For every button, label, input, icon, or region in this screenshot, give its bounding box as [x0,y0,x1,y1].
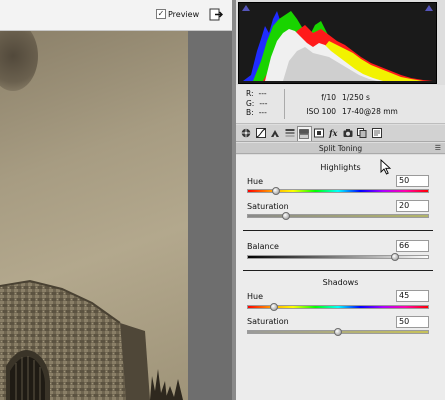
highlights-hue-field[interactable]: 50 [396,175,429,187]
histogram [238,2,437,84]
shadows-hue-label: Hue [247,292,264,301]
lens-corrections-icon[interactable] [312,126,327,140]
balance-label: Balance [247,242,279,251]
basic-icon[interactable] [239,126,254,140]
photo-preview[interactable] [0,31,188,400]
highlights-saturation-field[interactable]: 20 [396,200,429,212]
highlight-clipping-icon[interactable] [425,5,433,11]
exif-info: f/10 1/250 s ISO 100 17-40@28 mm [306,91,398,119]
presets-icon[interactable] [355,126,370,140]
adjustment-panel: R: --- G: --- B: --- f/10 1/250 s ISO 100 17-… [236,0,445,400]
highlights-hue-label: Hue [247,177,264,186]
b-label: B: [246,108,254,117]
preview-label: Preview [168,9,200,19]
shadows-saturation-field[interactable]: 50 [396,316,429,328]
photo-church-ruins [0,279,183,400]
panel-menu-icon[interactable]: ☰ [435,143,441,154]
histogram-graph [243,11,433,81]
section-header: Split Toning ☰ [236,143,445,154]
g-value: --- [259,98,268,108]
shadows-saturation-thumb[interactable] [334,328,342,336]
shutter-speed: 1/250 s [342,93,370,102]
hsl-grayscale-icon[interactable] [283,126,298,140]
highlights-saturation-slider[interactable] [247,212,429,220]
b-value: --- [258,108,267,117]
preview-toggle[interactable]: ✓ Preview [156,9,199,19]
balance-field[interactable]: 66 [396,240,429,252]
image-toolbar: ✓ Preview [0,0,232,31]
highlights-hue-slider[interactable] [247,187,429,195]
section-title: Split Toning [318,144,363,153]
highlights-hue-thumb[interactable] [271,187,280,195]
highlights-saturation-label: Saturation [247,202,289,211]
aperture: f/10 [321,93,336,102]
readout-separator [284,89,285,119]
effects-icon[interactable]: fx [326,126,341,140]
split-toning-icon[interactable] [297,125,312,141]
shadows-saturation-label: Saturation [247,317,289,326]
balance-thumb[interactable] [390,253,399,261]
pixel-readout: R: --- G: --- B: --- f/10 1/250 s ISO 100 17-… [236,85,445,124]
mouse-cursor-icon [380,159,392,175]
shadows-hue-thumb[interactable] [269,303,278,311]
highlights-saturation-thumb[interactable] [282,212,291,220]
shadows-hue-slider[interactable] [247,303,429,311]
balance-slider[interactable] [247,253,429,261]
lens: 17-40@28 mm [342,107,398,116]
rgb-readout: R: --- G: --- B: --- [246,89,267,118]
camera-calibration-icon[interactable] [341,126,356,140]
detail-icon[interactable] [268,126,283,140]
split-toning-controls: Highlights Hue 50 Saturation 20 Balance … [236,155,445,400]
image-preview-area: ✓ Preview [0,0,232,400]
shadows-hue-field[interactable]: 45 [396,290,429,302]
panel-tabs: fx [236,125,445,142]
snapshots-icon[interactable] [370,126,385,140]
tone-curve-icon[interactable] [254,126,269,140]
r-label: R: [246,89,254,98]
shadow-clipping-icon[interactable] [242,5,250,11]
preview-checkbox[interactable]: ✓ [156,9,166,19]
iso: ISO 100 [306,107,336,116]
section-divider [243,230,433,231]
highlights-title: Highlights [320,163,361,172]
r-value: --- [258,89,267,98]
fullscreen-toggle-icon[interactable] [208,7,223,21]
shadows-title: Shadows [322,278,359,287]
section-divider [243,270,433,271]
canvas-background [188,31,232,400]
shadows-saturation-slider[interactable] [247,328,429,336]
g-label: G: [246,98,255,108]
